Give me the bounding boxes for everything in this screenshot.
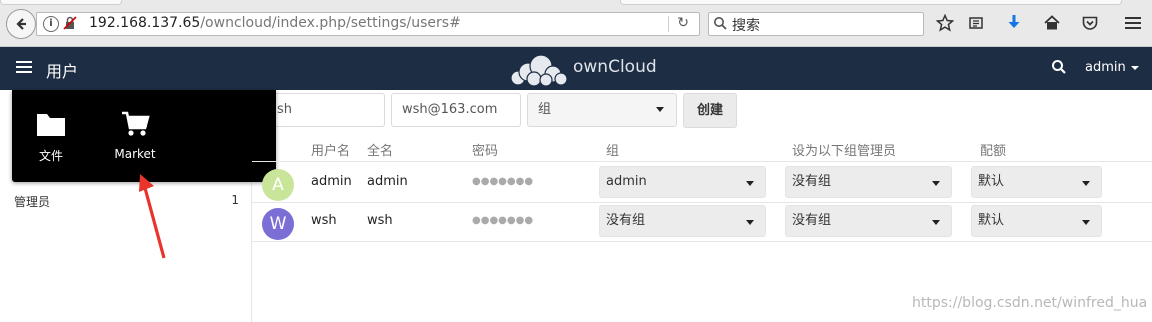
row-group-select[interactable]: 没有组 — [599, 205, 766, 237]
url-separator — [668, 16, 669, 32]
browser-tab[interactable] — [620, 0, 1122, 5]
username-input[interactable]: sh — [266, 93, 385, 127]
group-label: 管理员 — [14, 195, 51, 209]
row-quota-select[interactable]: 默认 — [971, 166, 1102, 198]
chevron-down-icon — [1082, 220, 1090, 225]
menu-icon[interactable] — [1122, 12, 1144, 34]
row-fullname[interactable]: admin — [367, 174, 408, 189]
user-name: admin — [1085, 60, 1126, 75]
user-menu[interactable]: admin — [1085, 60, 1139, 75]
row-password[interactable]: ●●●●●●● — [472, 215, 533, 226]
search-icon — [714, 17, 727, 30]
col-groups[interactable]: 组 — [606, 140, 619, 159]
app-files-label: 文件 — [38, 149, 63, 163]
table-row: A admin admin ●●●●●●● admin 没有组 默认 — [252, 161, 1152, 203]
row-subadmin-value: 没有组 — [792, 174, 832, 189]
url-path: /owncloud/index.php/settings/users# — [200, 15, 461, 31]
row-group-value: admin — [606, 174, 647, 189]
url-host: 192.168.137.65 — [89, 15, 201, 31]
owncloud-logo — [510, 54, 568, 86]
watermark: https://blog.csdn.net/winfred_hua — [912, 295, 1148, 311]
app-market-label: Market — [114, 147, 156, 161]
star-icon[interactable] — [934, 12, 956, 34]
group-count: 1 — [231, 193, 239, 207]
chevron-down-icon — [932, 181, 940, 186]
row-username: wsh — [311, 213, 337, 228]
home-icon[interactable] — [1041, 12, 1063, 34]
pocket-icon[interactable] — [1079, 12, 1101, 34]
download-icon[interactable] — [1003, 12, 1025, 34]
chevron-down-icon — [656, 107, 664, 112]
chevron-down-icon — [1082, 181, 1090, 186]
browser-toolbar: i 192.168.137.65/owncloud/index.php/sett… — [0, 0, 1152, 47]
row-quota-select[interactable]: 默认 — [971, 205, 1102, 237]
app-menu: 文件 Market — [12, 90, 276, 182]
row-quota-value: 默认 — [978, 213, 1005, 228]
create-button[interactable]: 创建 — [683, 93, 737, 128]
chevron-down-icon — [746, 220, 754, 225]
row-group-select[interactable]: admin — [599, 166, 766, 198]
logo-text: ownCloud — [573, 57, 657, 77]
back-button[interactable] — [6, 9, 36, 39]
col-group-admin[interactable]: 设为以下组管理员 — [792, 140, 896, 159]
chevron-down-icon — [932, 220, 940, 225]
row-username: admin — [311, 174, 352, 189]
app-title[interactable]: 用户 — [46, 58, 78, 82]
avatar: A — [262, 169, 294, 201]
row-group-value: 没有组 — [606, 213, 646, 228]
table-row: W wsh wsh ●●●●●●● 没有组 没有组 默认 — [252, 201, 1152, 242]
reload-icon[interactable]: ↻ — [677, 15, 689, 31]
group-select[interactable]: 组 — [527, 93, 677, 127]
row-subadmin-value: 没有组 — [792, 213, 832, 228]
col-password[interactable]: 密码 — [472, 140, 498, 159]
folder-icon — [37, 114, 65, 136]
app-files[interactable]: 文件 — [16, 110, 86, 164]
sidebar-group-admin[interactable]: 管理员 1 — [14, 193, 244, 210]
avatar: W — [262, 208, 294, 240]
search-placeholder: 搜索 — [732, 18, 760, 34]
browser-search[interactable]: 搜索 — [708, 12, 924, 36]
row-fullname[interactable]: wsh — [367, 213, 393, 228]
email-input[interactable]: wsh@163.com — [391, 93, 521, 127]
row-quota-value: 默认 — [978, 174, 1005, 189]
annotation-arrow-icon — [139, 174, 166, 259]
hamburger-icon[interactable] — [16, 61, 32, 75]
group-select-label: 组 — [538, 102, 552, 117]
col-quota[interactable]: 配额 — [980, 140, 1006, 159]
chevron-down-icon — [746, 181, 754, 186]
search-icon[interactable] — [1051, 59, 1067, 75]
row-subadmin-select[interactable]: 没有组 — [785, 166, 952, 198]
url-bar[interactable]: i 192.168.137.65/owncloud/index.php/sett… — [36, 12, 700, 36]
browser-tab[interactable] — [0, 0, 122, 5]
username-value: sh — [277, 102, 293, 117]
col-fullname[interactable]: 全名 — [367, 140, 393, 159]
app-header: 用户 ownCloud admin — [0, 47, 1152, 90]
chevron-down-icon — [1130, 65, 1139, 70]
reader-icon[interactable] — [965, 12, 987, 34]
info-icon[interactable]: i — [43, 16, 59, 32]
row-password[interactable]: ●●●●●●● — [472, 176, 533, 187]
insecure-lock-icon[interactable] — [63, 16, 77, 30]
back-icon — [16, 18, 26, 30]
url-text: 192.168.137.65/owncloud/index.php/settin… — [89, 15, 461, 31]
email-value: wsh@163.com — [402, 102, 498, 117]
cart-icon — [122, 111, 150, 136]
row-subadmin-select[interactable]: 没有组 — [785, 205, 952, 237]
col-username[interactable]: 用户名 — [311, 140, 350, 159]
app-market[interactable]: Market — [100, 110, 170, 161]
